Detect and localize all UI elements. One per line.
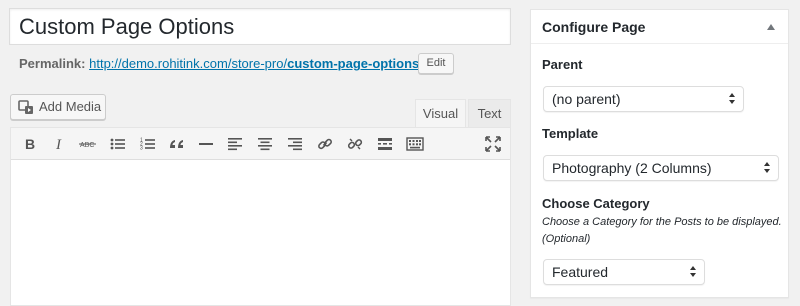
svg-text:ABC: ABC	[80, 142, 94, 149]
remove-link-icon[interactable]	[343, 132, 367, 156]
category-description: Choose a Category for the Posts to be di…	[542, 216, 782, 245]
select-arrows-icon	[690, 266, 698, 278]
media-icon	[17, 99, 35, 115]
bold-icon[interactable]: B	[17, 132, 41, 156]
template-select-value: Photography (2 Columns)	[552, 160, 712, 176]
editor-content-area[interactable]	[11, 160, 510, 306]
add-media-label: Add Media	[39, 99, 102, 114]
tab-visual[interactable]: Visual	[415, 99, 466, 127]
permalink-link[interactable]: http://demo.rohitink.com/store-pro/custo…	[89, 56, 423, 71]
align-left-icon[interactable]	[223, 132, 247, 156]
content-editor: B I ABC 123	[10, 127, 511, 306]
box-header[interactable]: Configure Page	[531, 10, 788, 44]
svg-text:I: I	[55, 137, 62, 151]
parent-label: Parent	[542, 57, 583, 72]
configure-page-box: Configure Page Parent (no parent) Templa…	[530, 9, 789, 298]
template-label: Template	[542, 126, 599, 141]
post-title-input[interactable]: Custom Page Options	[9, 8, 511, 45]
insert-link-icon[interactable]	[313, 132, 337, 156]
align-center-icon[interactable]	[253, 132, 277, 156]
category-select[interactable]: Featured	[543, 259, 705, 285]
add-media-button[interactable]: Add Media	[10, 94, 106, 120]
svg-text:3: 3	[140, 146, 143, 152]
permalink-url-base: http://demo.rohitink.com/store-pro/	[89, 56, 288, 71]
edit-permalink-button[interactable]: Edit	[418, 53, 454, 74]
align-right-icon[interactable]	[283, 132, 307, 156]
toolbar-toggle-icon[interactable]	[403, 132, 427, 156]
fullscreen-icon[interactable]	[481, 132, 505, 156]
permalink-url-slug: custom-page-options	[287, 56, 420, 71]
numbered-list-icon[interactable]: 123	[136, 132, 160, 156]
category-select-value: Featured	[552, 264, 609, 280]
blockquote-icon[interactable]	[165, 132, 189, 156]
bullet-list-icon[interactable]	[106, 132, 130, 156]
select-arrows-icon	[764, 162, 772, 174]
tab-text[interactable]: Text	[468, 99, 511, 127]
box-title: Configure Page	[542, 19, 646, 35]
permalink-row: Permalink: http://demo.rohitink.com/stor…	[19, 53, 423, 75]
svg-text:B: B	[25, 137, 35, 151]
read-more-icon[interactable]	[373, 132, 397, 156]
italic-icon[interactable]: I	[47, 132, 71, 156]
horizontal-line-icon[interactable]	[194, 132, 218, 156]
editor-toolbar: B I ABC 123	[11, 128, 510, 160]
parent-select[interactable]: (no parent)	[543, 86, 744, 112]
permalink-label: Permalink:	[19, 56, 86, 71]
template-select[interactable]: Photography (2 Columns)	[543, 155, 779, 181]
category-label: Choose Category	[542, 196, 650, 211]
select-arrows-icon	[729, 93, 737, 105]
parent-select-value: (no parent)	[552, 91, 621, 107]
strikethrough-icon[interactable]: ABC	[76, 132, 100, 156]
collapse-arrow-icon[interactable]	[767, 24, 775, 30]
